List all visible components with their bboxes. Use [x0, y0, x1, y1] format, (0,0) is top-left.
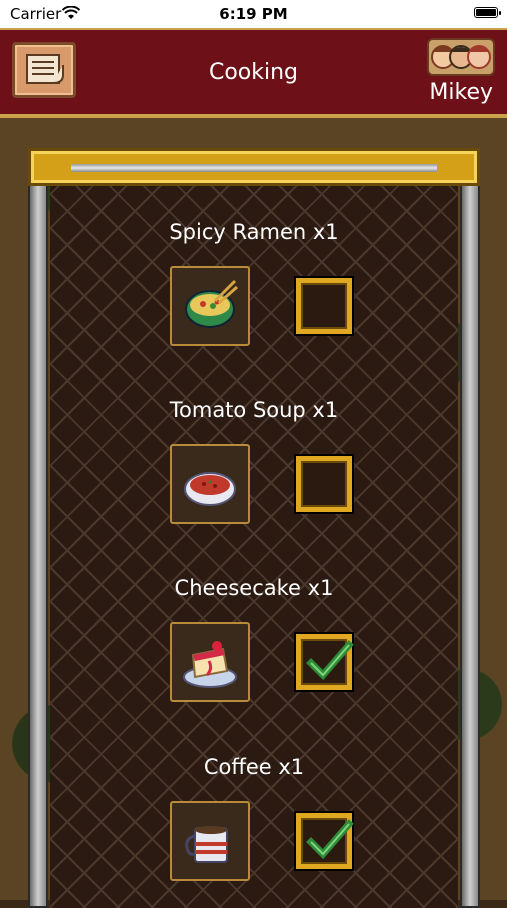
- status-bar: Carrier 6:19 PM: [0, 0, 507, 28]
- avatar-portraits-icon: [431, 45, 491, 69]
- item-label: Spicy Ramen x1: [169, 220, 339, 244]
- username: Mikey: [429, 80, 493, 105]
- item-checkbox[interactable]: [296, 634, 354, 690]
- status-time: 6:19 PM: [219, 5, 288, 23]
- app-header: Cooking Mikey: [0, 28, 507, 118]
- panel-top-frame: [28, 148, 480, 186]
- food-tile[interactable]: [170, 266, 250, 346]
- ramen-bowl-icon: [185, 279, 238, 328]
- background-scene: Spicy Ramen x1 Tomato Soup x1 Cheesecake…: [0, 118, 507, 908]
- item-checkbox[interactable]: [296, 278, 352, 334]
- party-avatars[interactable]: [427, 38, 495, 76]
- food-tile[interactable]: [170, 622, 250, 702]
- food-tile[interactable]: [170, 444, 250, 524]
- checkmark-icon: [306, 640, 354, 681]
- item-label: Tomato Soup x1: [169, 398, 339, 422]
- item-label: Cheesecake x1: [174, 576, 334, 600]
- checkmark-icon: [306, 819, 354, 860]
- panel-board: [50, 186, 458, 908]
- item-checkbox[interactable]: [296, 456, 352, 512]
- cooking-panel: Spicy Ramen x1 Tomato Soup x1 Cheesecake…: [28, 148, 480, 908]
- food-tile[interactable]: [170, 801, 250, 881]
- panel-right-rail: [460, 178, 480, 908]
- tomato-soup-icon: [184, 472, 236, 506]
- item-checkbox[interactable]: [296, 813, 354, 869]
- item-label: Coffee x1: [203, 755, 305, 779]
- coffee-mug-icon: [185, 826, 228, 863]
- battery-icon: [474, 7, 501, 18]
- panel-left-rail: [28, 178, 48, 908]
- cheesecake-icon: [183, 641, 237, 688]
